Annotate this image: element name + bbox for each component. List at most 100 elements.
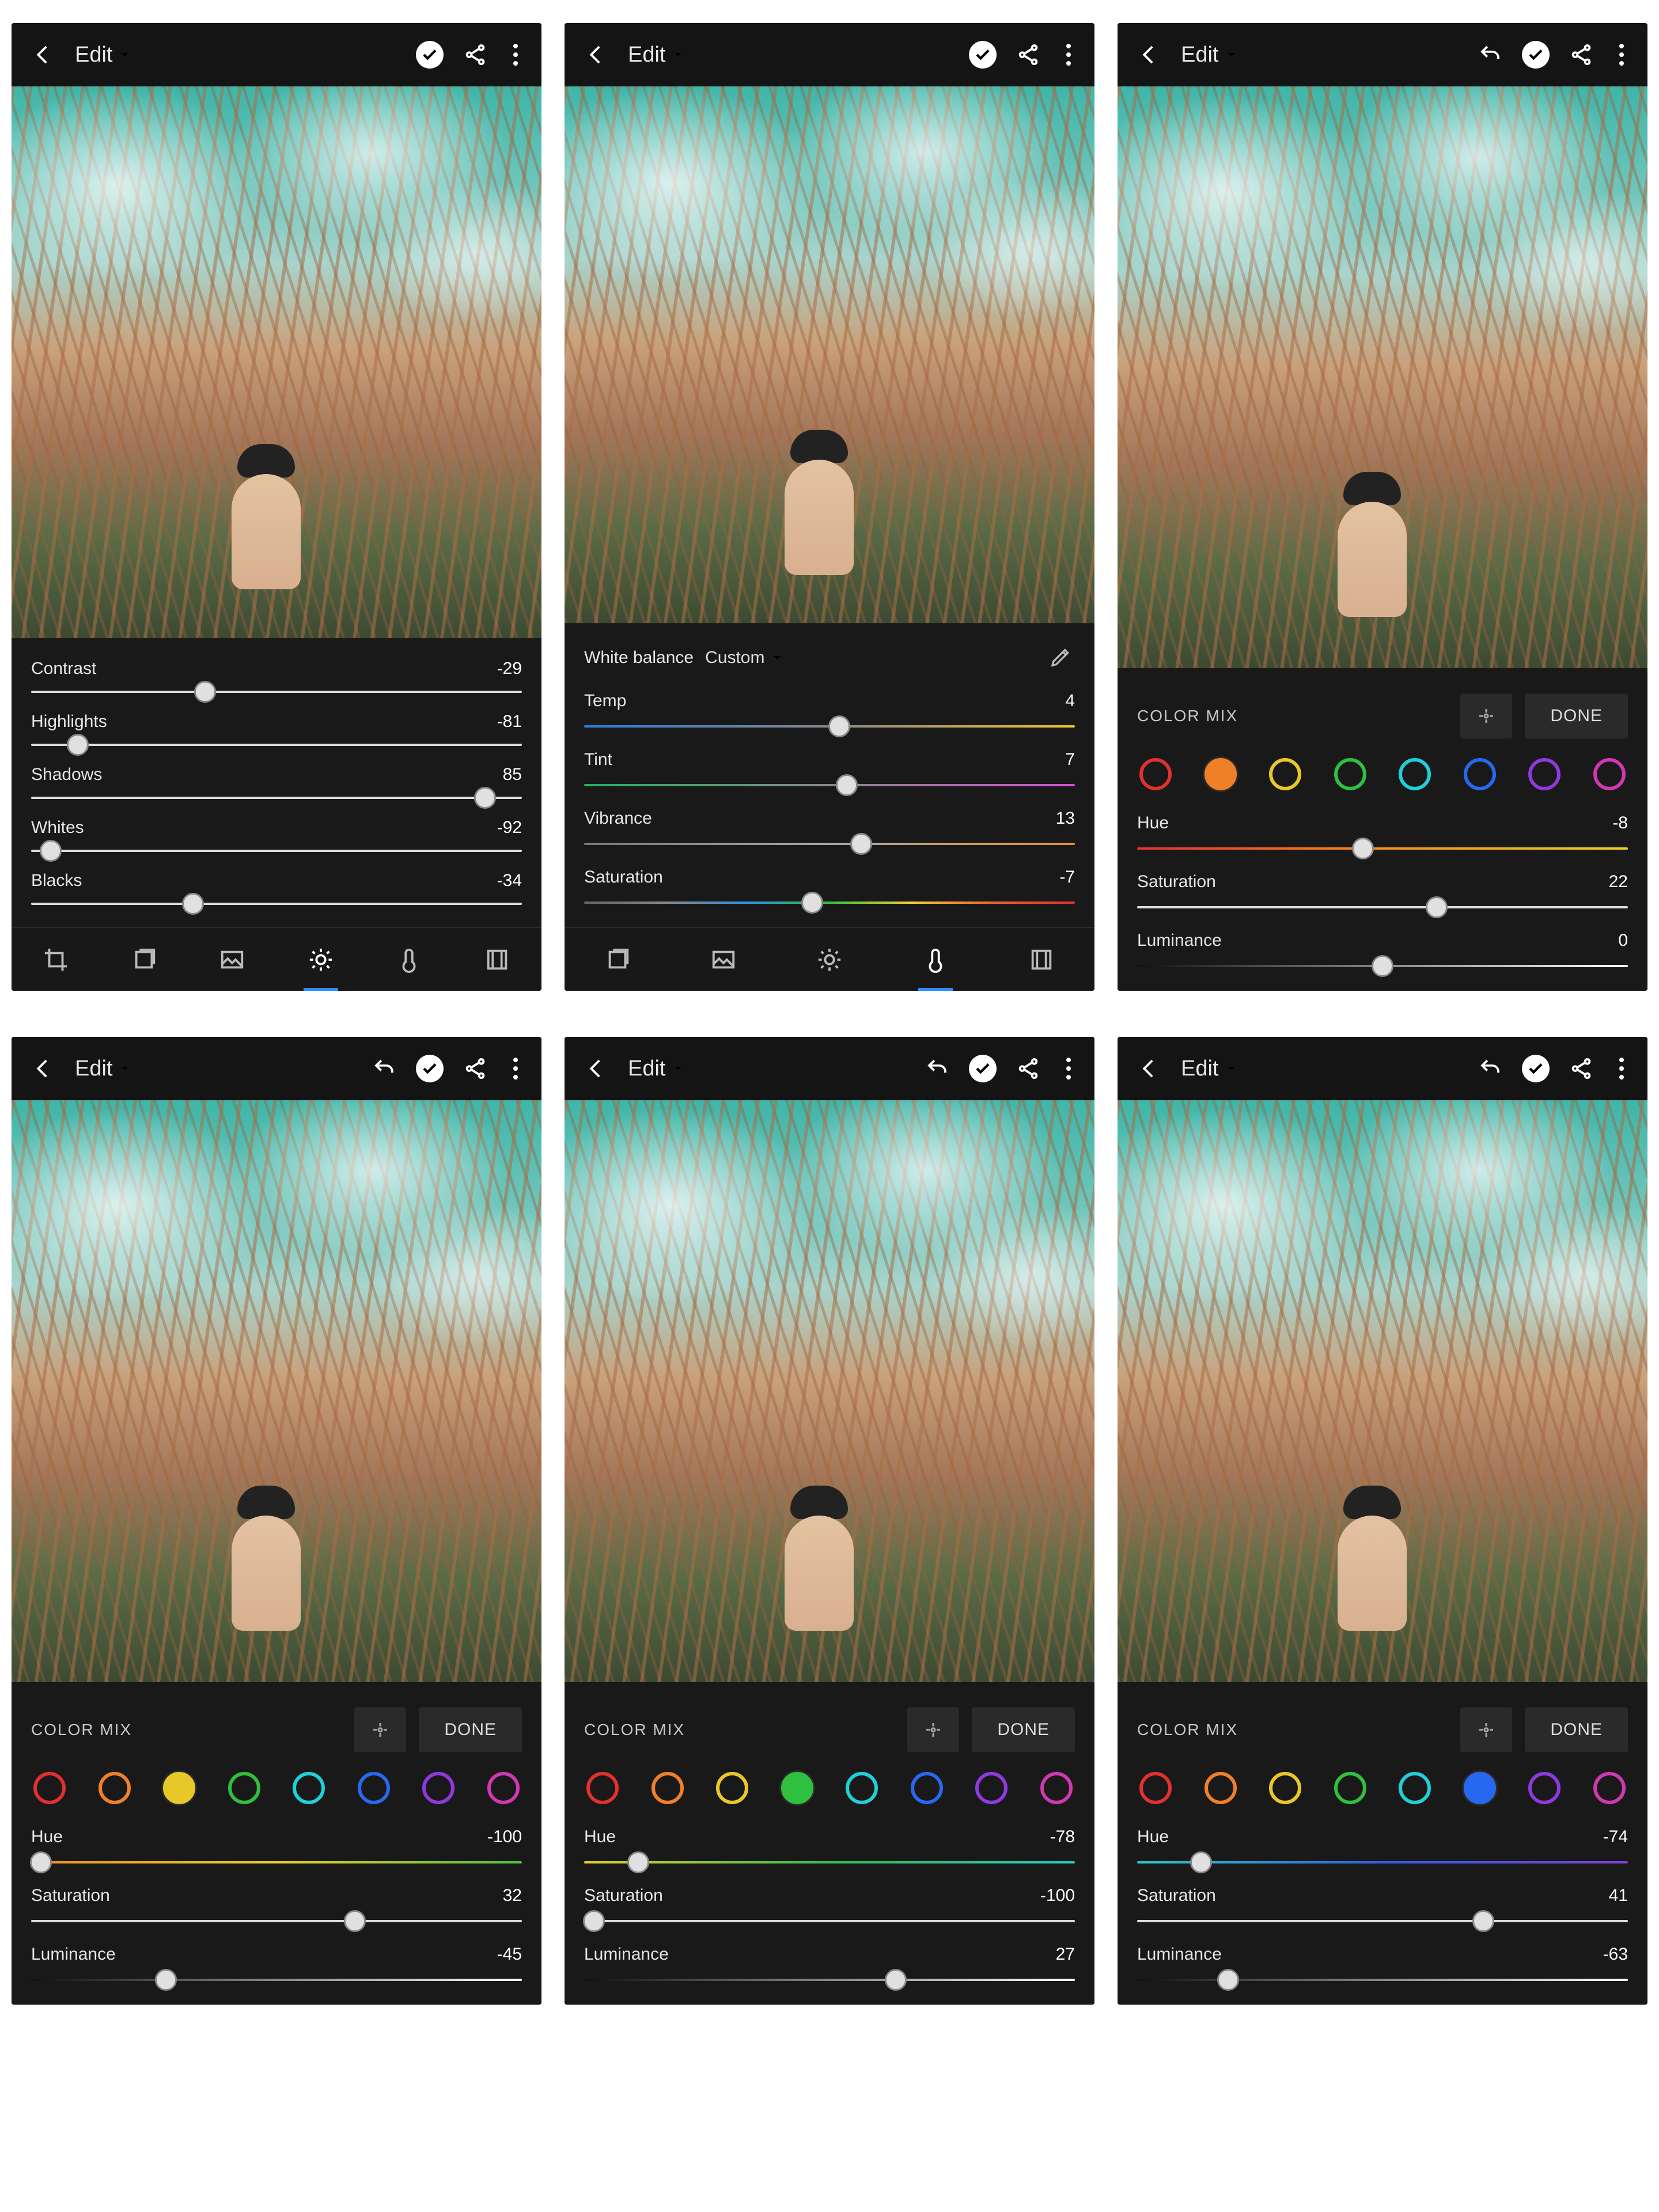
share-icon[interactable] (461, 40, 490, 69)
swatch-orange[interactable] (652, 1772, 684, 1804)
target-adjust-button[interactable] (907, 1707, 959, 1752)
photo-preview[interactable] (12, 86, 541, 638)
overflow-menu-icon[interactable] (1613, 1058, 1630, 1080)
eyedropper-icon[interactable] (1050, 645, 1075, 671)
swatch-aqua[interactable] (846, 1772, 878, 1804)
undo-icon[interactable] (1476, 1054, 1505, 1083)
confirm-button[interactable] (1522, 41, 1550, 69)
swatch-yellow[interactable] (716, 1772, 748, 1804)
edit-dropdown[interactable]: Edit (1181, 43, 1238, 67)
slider-knob[interactable] (30, 1851, 52, 1873)
swatch-blue[interactable] (1464, 758, 1496, 790)
swatch-green[interactable] (781, 1772, 813, 1804)
slider-track[interactable] (584, 1970, 1075, 1990)
share-icon[interactable] (1014, 1054, 1043, 1083)
slider-knob[interactable] (474, 787, 496, 809)
swatch-green[interactable] (1334, 1772, 1366, 1804)
photo-preview[interactable] (565, 1100, 1094, 1682)
photo-preview[interactable] (565, 86, 1094, 623)
slider-knob[interactable] (155, 1969, 177, 1991)
photo-preview[interactable] (1118, 1100, 1647, 1682)
swatch-blue[interactable] (1464, 1772, 1496, 1804)
tool-image-icon[interactable] (700, 937, 747, 983)
edit-dropdown[interactable]: Edit (628, 1056, 685, 1081)
tool-light-icon[interactable] (806, 937, 853, 983)
swatch-green[interactable] (228, 1772, 260, 1804)
slider-track[interactable] (584, 834, 1075, 854)
swatch-mag[interactable] (1040, 1772, 1073, 1804)
overflow-menu-icon[interactable] (1613, 44, 1630, 66)
white-balance-select[interactable]: Custom (705, 648, 784, 668)
target-adjust-button[interactable] (1460, 1707, 1512, 1752)
photo-preview[interactable] (1118, 86, 1647, 668)
done-button[interactable]: DONE (1525, 1707, 1628, 1752)
slider-track[interactable] (31, 1911, 522, 1931)
edit-dropdown[interactable]: Edit (75, 1056, 132, 1081)
slider-track[interactable] (584, 1853, 1075, 1872)
slider-knob[interactable] (1426, 896, 1448, 918)
slider-knob[interactable] (344, 1910, 366, 1932)
slider-knob[interactable] (627, 1851, 649, 1873)
swatch-green[interactable] (1334, 758, 1366, 790)
swatch-aqua[interactable] (1399, 1772, 1431, 1804)
share-icon[interactable] (1567, 40, 1596, 69)
swatch-orange[interactable] (1205, 1772, 1237, 1804)
swatch-purple[interactable] (1528, 1772, 1560, 1804)
done-button[interactable]: DONE (972, 1707, 1075, 1752)
tool-presets-icon[interactable] (594, 937, 641, 983)
confirm-button[interactable] (969, 1055, 997, 1082)
overflow-menu-icon[interactable] (1060, 44, 1077, 66)
swatch-orange[interactable] (99, 1772, 131, 1804)
swatch-mag[interactable] (1593, 758, 1626, 790)
swatch-red[interactable] (33, 1772, 66, 1804)
confirm-button[interactable] (416, 41, 444, 69)
confirm-button[interactable] (416, 1055, 444, 1082)
slider-track[interactable] (31, 841, 522, 861)
edit-dropdown[interactable]: Edit (75, 43, 132, 67)
swatch-aqua[interactable] (293, 1772, 325, 1804)
slider-track[interactable] (584, 717, 1075, 736)
edit-dropdown[interactable]: Edit (1181, 1056, 1238, 1081)
swatch-yellow[interactable] (1269, 1772, 1301, 1804)
swatch-red[interactable] (1139, 758, 1172, 790)
swatch-red[interactable] (1139, 1772, 1172, 1804)
target-adjust-button[interactable] (1460, 694, 1512, 738)
swatch-purple[interactable] (1528, 758, 1560, 790)
swatch-aqua[interactable] (1399, 758, 1431, 790)
slider-track[interactable] (31, 788, 522, 808)
swatch-yellow[interactable] (163, 1772, 195, 1804)
edit-dropdown[interactable]: Edit (628, 43, 685, 67)
tool-color-icon[interactable] (386, 937, 432, 983)
slider-knob[interactable] (182, 893, 204, 915)
slider-knob[interactable] (1217, 1969, 1239, 1991)
slider-knob[interactable] (583, 1910, 605, 1932)
slider-knob[interactable] (836, 774, 858, 796)
slider-track[interactable] (584, 893, 1075, 912)
share-icon[interactable] (1567, 1054, 1596, 1083)
slider-track[interactable] (31, 735, 522, 755)
share-icon[interactable] (461, 1054, 490, 1083)
photo-preview[interactable] (12, 1100, 541, 1682)
back-icon[interactable] (582, 40, 611, 69)
undo-icon[interactable] (1476, 40, 1505, 69)
slider-track[interactable] (584, 1911, 1075, 1931)
tool-presets-icon[interactable] (121, 937, 167, 983)
slider-track[interactable] (31, 1970, 522, 1990)
slider-knob[interactable] (1190, 1851, 1212, 1873)
confirm-button[interactable] (969, 41, 997, 69)
slider-knob[interactable] (40, 840, 62, 862)
back-icon[interactable] (582, 1054, 611, 1083)
slider-track[interactable] (31, 682, 522, 702)
slider-track[interactable] (1137, 897, 1628, 917)
undo-icon[interactable] (923, 1054, 952, 1083)
slider-knob[interactable] (885, 1969, 907, 1991)
swatch-mag[interactable] (487, 1772, 520, 1804)
tool-detail-icon[interactable] (474, 937, 520, 983)
swatch-yellow[interactable] (1269, 758, 1301, 790)
swatch-mag[interactable] (1593, 1772, 1626, 1804)
slider-knob[interactable] (1352, 838, 1374, 859)
slider-knob[interactable] (1472, 1910, 1494, 1932)
tool-color-icon[interactable] (912, 937, 959, 983)
share-icon[interactable] (1014, 40, 1043, 69)
overflow-menu-icon[interactable] (507, 44, 524, 66)
